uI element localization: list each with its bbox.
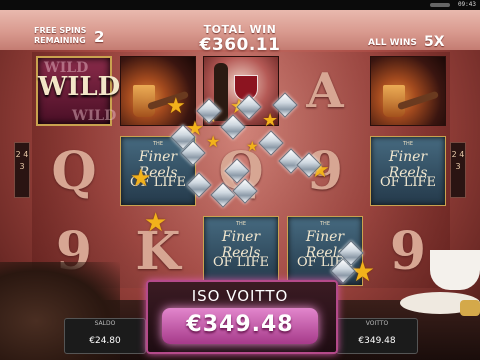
finer-reels-the-text: THE <box>236 221 246 227</box>
wild-label: WILD <box>38 72 121 102</box>
game-screen: 09:43 FREE SPINS REMAINING 2 TOTAL WIN €… <box>0 0 480 360</box>
win-label: VOITTO <box>365 320 389 327</box>
big-win-label: ISO VOITTO <box>191 287 289 305</box>
free-spins-remaining-label: FREE SPINS REMAINING <box>34 26 87 45</box>
star-particle-icon: ★ <box>246 139 259 155</box>
win-display: VOITTO €349.48 <box>336 318 418 354</box>
big-win-amount-panel: €349.48 <box>162 308 318 344</box>
star-particle-icon: ★ <box>130 164 152 192</box>
coffee-cup-decoration <box>430 250 480 290</box>
big-win-banner: ISO VOITTO €349.48 <box>146 280 338 354</box>
ways-indicator-left: 2 4 3 <box>14 142 30 198</box>
card-symbol-a: A <box>306 63 344 119</box>
finer-reels-the-text: THE <box>403 141 413 147</box>
star-particle-icon: ★ <box>166 94 186 119</box>
balance-value: €24.80 <box>89 336 121 346</box>
balance-display: SALDO €24.80 <box>64 318 146 354</box>
game-header: FREE SPINS REMAINING 2 TOTAL WIN €360.11… <box>0 10 480 55</box>
free-spins-remaining-value: 2 <box>94 28 105 46</box>
win-value: €349.48 <box>358 336 396 346</box>
chocolate-decoration <box>460 300 480 316</box>
whiskey-cigar-symbol <box>370 56 446 126</box>
finer-reels-scatter-symbol: THE Finer Reels OF LIFE <box>203 216 279 286</box>
star-particle-icon: ★ <box>144 208 168 238</box>
star-particle-icon: ★ <box>206 132 221 151</box>
status-clock: 09:43 <box>457 1 476 8</box>
wild-ghost-text: WILD <box>72 108 117 124</box>
finer-reels-the-text: THE <box>320 221 330 227</box>
finer-reels-subtitle: OF LIFE <box>379 175 437 190</box>
ways-indicator-right: 2 4 3 <box>450 142 466 198</box>
finer-reels-scatter-symbol: THE Finer Reels OF LIFE <box>370 136 446 206</box>
finer-reels-subtitle: OF LIFE <box>212 255 270 270</box>
balance-label: SALDO <box>94 320 116 327</box>
all-wins-label: ALL WINS <box>368 38 417 48</box>
card-symbol-q: Q <box>51 141 97 202</box>
wild-symbol: WILD WILD WILD <box>36 56 121 126</box>
star-particle-icon: ★ <box>262 110 279 131</box>
all-wins-multiplier: 5X <box>424 34 445 50</box>
device-status-bar: 09:43 <box>0 0 480 10</box>
status-icons <box>430 3 450 7</box>
big-win-amount: €349.48 <box>186 312 294 337</box>
